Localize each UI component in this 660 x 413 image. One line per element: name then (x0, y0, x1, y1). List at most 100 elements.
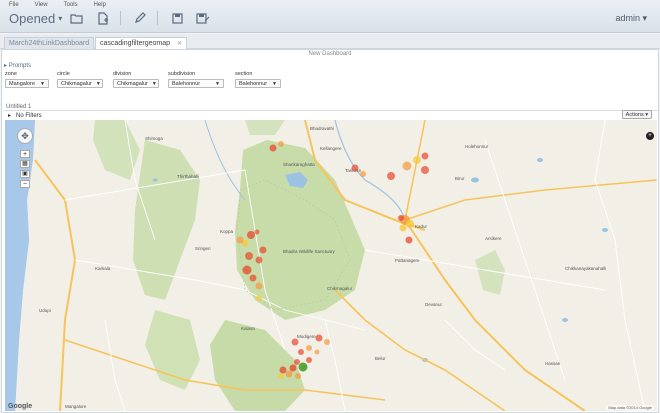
map-marker (314, 349, 320, 355)
map-marker (298, 349, 304, 355)
section-select[interactable]: Balehonnur ▼ (235, 79, 281, 88)
map-marker (298, 362, 308, 372)
dropdown-arrow-icon: ▼ (215, 80, 220, 87)
town-label: Belur (375, 356, 386, 361)
town-label: Holehonnur (465, 144, 489, 149)
select-value: Balehonnur (172, 80, 201, 87)
division-select[interactable]: Chikmagalur ▼ (113, 79, 159, 88)
chevron-down-icon: ▾ (642, 13, 647, 23)
tab-cascadingfiltergeomap[interactable]: cascadingfiltergeomap ✕ (95, 37, 188, 49)
town-label: Arsikere (485, 236, 502, 241)
user-menu[interactable]: admin ▾ (615, 13, 647, 24)
map-marker (255, 256, 263, 264)
app-header: File View Tools Help Opened ▾ admin ▾ (0, 0, 660, 33)
subdivision-select[interactable]: Balehonnur ▼ (168, 79, 224, 88)
prompts-label: Prompts (8, 63, 32, 69)
map-marker (421, 166, 429, 174)
select-value: Chikmagalur (117, 80, 148, 87)
open-folder-icon[interactable] (68, 10, 86, 26)
town-label: Shimoga (145, 136, 163, 141)
map-marker (405, 236, 413, 244)
prompt-label: zone (5, 71, 17, 77)
map-marker (324, 339, 330, 345)
user-name: admin (615, 13, 640, 23)
circle-select[interactable]: Chikmagalur ▼ (57, 79, 103, 88)
save-icon[interactable] (168, 10, 186, 26)
lake (152, 178, 158, 182)
tab-label: cascadingfiltergeomap (100, 40, 171, 47)
map-marker (278, 373, 284, 379)
pan-control-icon[interactable]: ✥ (17, 128, 33, 144)
map-marker (306, 345, 312, 351)
town-label: Koppa (220, 229, 234, 234)
town-label: Mudigere (297, 334, 316, 339)
map-marker (245, 252, 253, 260)
prompt-zone: zone Mangalore ▼ (5, 71, 49, 88)
filters-bar[interactable]: ▸ No Filters (4, 110, 658, 119)
dropdown-arrow-icon: ▼ (95, 80, 101, 87)
map-marker (289, 364, 297, 372)
map-marker (285, 370, 293, 378)
add-icon[interactable]: + (646, 132, 654, 140)
town-label: Sringeri (195, 246, 211, 251)
google-logo: Google (8, 403, 33, 410)
tab-bar: March24thLinkDashboard cascadingfilterge… (0, 34, 660, 49)
edit-pencil-icon[interactable] (131, 10, 149, 26)
save-as-icon[interactable] (194, 10, 212, 26)
town-label: Birur (455, 176, 465, 181)
menu-file[interactable]: File (9, 2, 19, 8)
toolbar-divider (120, 11, 121, 25)
town-label: Kadur (415, 224, 428, 229)
geo-map[interactable]: Bhadravathi Holehonnur Shankaraghatta Ke… (5, 120, 657, 411)
tab-march24thlinkdashboard[interactable]: March24thLinkDashboard (4, 37, 95, 49)
dashboard-panel: New Dashboard ▸ Prompts zone Mangalore ▼ … (1, 49, 659, 413)
town-label: Pattanagere (395, 258, 420, 263)
map-type-icon[interactable]: ▣ (20, 170, 30, 178)
town-label: Kellangere (320, 146, 342, 151)
prompt-subdivision: subdivision Balehonnur ▼ (168, 71, 224, 88)
map-marker (387, 172, 395, 180)
layer-icon[interactable]: ▦ (20, 160, 30, 168)
menu-tools[interactable]: Tools (64, 2, 78, 8)
dropdown-arrow-icon: ▼ (272, 80, 277, 87)
dropdown-arrow-icon: ▼ (40, 80, 45, 87)
map-marker (294, 359, 300, 365)
actions-label: Actions (625, 112, 644, 118)
map-marker (256, 295, 262, 301)
prompt-division: division Chikmagalur ▼ (113, 71, 159, 88)
map-marker (295, 373, 301, 379)
menu-view[interactable]: View (35, 2, 48, 8)
prompts-toggle[interactable]: ▸ Prompts (4, 62, 31, 69)
zoom-in-button[interactable]: + (20, 150, 30, 158)
map-marker (278, 141, 284, 147)
close-icon[interactable]: ✕ (177, 41, 182, 47)
chevron-down-icon: ▾ (58, 14, 63, 23)
town-label: Udupi (39, 308, 51, 313)
actions-button[interactable]: Actions ▾ (621, 110, 652, 119)
opened-dropdown[interactable]: Opened ▾ (9, 11, 62, 26)
town-label: Chikmagalur (327, 286, 353, 291)
tab-label: March24thLinkDashboard (9, 40, 90, 47)
map-marker (399, 224, 407, 232)
town-label: Kalasa (241, 326, 255, 331)
town-label: Thirthahalli (177, 174, 199, 179)
map-marker (236, 236, 244, 244)
map-marker (360, 171, 366, 177)
filters-text: ▸ No Filters (8, 113, 42, 119)
lake (602, 228, 608, 232)
filters-label: No Filters (16, 113, 42, 119)
map-marker (259, 246, 267, 254)
lake (537, 158, 543, 162)
new-report-icon[interactable] (94, 10, 112, 26)
dashboard-title: New Dashboard (308, 51, 352, 57)
opened-label: Opened (9, 11, 56, 26)
zone-select[interactable]: Mangalore ▼ (5, 79, 49, 88)
prompt-section: section Balehonnur ▼ (235, 71, 281, 88)
map-canvas: Bhadravathi Holehonnur Shankaraghatta Ke… (5, 120, 657, 411)
zoom-out-button[interactable]: − (20, 180, 30, 188)
menu-help[interactable]: Help (94, 2, 106, 8)
map-marker (398, 215, 404, 221)
map-marker (269, 144, 277, 152)
map-marker (306, 357, 312, 363)
town-label: Bhadra Wildlife Sanctuary (283, 249, 336, 254)
